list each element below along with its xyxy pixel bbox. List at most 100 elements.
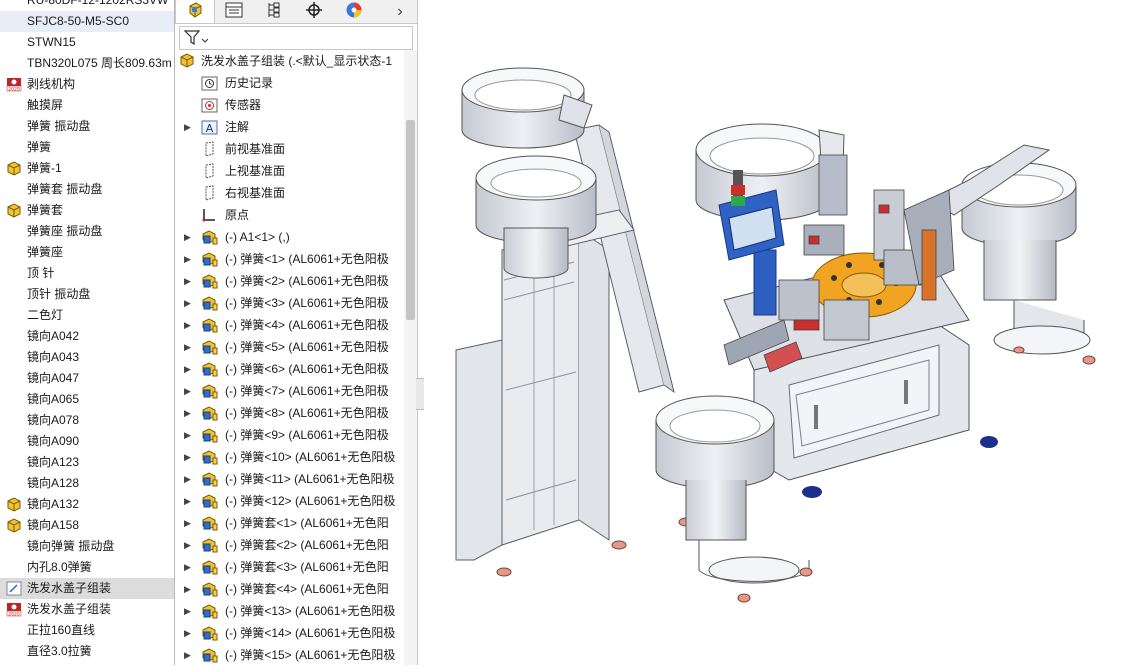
expand-arrow-icon[interactable]: ▶ [184, 248, 191, 270]
expand-arrow-icon[interactable]: ▶ [184, 424, 191, 446]
feature-tree-item[interactable]: 上视基准面 [175, 160, 403, 182]
file-list-item[interactable]: 弹簧座 [0, 242, 174, 263]
feature-tree-item[interactable]: ▶ A 注解 [175, 116, 403, 138]
feature-tree-item[interactable]: ▶ (-) 弹簧套<3> (AL6061+无色阳 [175, 556, 403, 578]
file-list-item[interactable]: 镜向A043 [0, 347, 174, 368]
file-list-item[interactable]: 洗发水盖子组装 [0, 578, 174, 599]
file-list-item[interactable]: 弹簧套 [0, 200, 174, 221]
file-list-item[interactable]: 镜向A123 [0, 452, 174, 473]
file-list-item[interactable]: RU-80DF-12-1202RS3VW [0, 0, 174, 11]
expand-arrow-icon[interactable]: ▶ [184, 578, 191, 600]
feature-tree-item[interactable]: ▶ (-) 弹簧<11> (AL6061+无色阳极 [175, 468, 403, 490]
expand-arrow-icon[interactable]: ▶ [184, 512, 191, 534]
file-list-item[interactable]: 直径3.0拉簧 [0, 641, 174, 662]
configuration-manager-tab[interactable] [255, 0, 293, 23]
feature-tree-item[interactable]: 原点 [175, 204, 403, 226]
file-list-item[interactable]: 弹簧 振动盘 [0, 116, 174, 137]
feature-tree-item[interactable]: 传感器 [175, 94, 403, 116]
file-list-item[interactable]: 2020 洗发水盖子组装 [0, 599, 174, 620]
file-list-item[interactable]: 镜向A042 [0, 326, 174, 347]
expand-arrow-icon[interactable]: ▶ [184, 490, 191, 512]
feature-tree-item[interactable]: ▶ (-) 弹簧<5> (AL6061+无色阳极 [175, 336, 403, 358]
file-list-item[interactable]: 弹簧座 振动盘 [0, 221, 174, 242]
feature-tree-item[interactable]: ▶ (-) 弹簧<2> (AL6061+无色阳极 [175, 270, 403, 292]
file-list-item[interactable]: 镜向A090 [0, 431, 174, 452]
feature-tree-item[interactable]: ▶ (-) 弹簧<1> (AL6061+无色阳极 [175, 248, 403, 270]
feature-tree-item[interactable]: 右视基准面 [175, 182, 403, 204]
display-manager-tab[interactable] [335, 0, 373, 23]
expand-arrow-icon[interactable]: ▶ [184, 622, 191, 644]
feature-tree-item[interactable]: ▶ (-) 弹簧<4> (AL6061+无色阳极 [175, 314, 403, 336]
display-manager-icon [345, 1, 363, 22]
file-list-item[interactable]: TBN320L075 周长809.63m [0, 53, 174, 74]
file-list-item[interactable]: 顶 针 [0, 263, 174, 284]
feature-tree-item[interactable]: ▶ (-) 弹簧<15> (AL6061+无色阳极 [175, 644, 403, 665]
assembly-2020-icon: 2020 [6, 602, 22, 618]
expand-arrow-icon[interactable]: ▶ [184, 358, 191, 380]
expand-arrow-icon[interactable]: ▶ [184, 336, 191, 358]
feature-tree-item[interactable]: ▶ (-) 弹簧<14> (AL6061+无色阳极 [175, 622, 403, 644]
file-list-item[interactable]: 镜向A128 [0, 473, 174, 494]
assembly-icon [6, 203, 22, 218]
file-list-item-label: 剥线机构 [27, 77, 76, 91]
file-list-item[interactable]: 镜向A132 [0, 494, 174, 515]
file-list-item[interactable]: 内孔8.0弹簧 [0, 557, 174, 578]
expand-arrow-icon[interactable]: ▶ [184, 116, 191, 138]
feature-tree-item[interactable]: ▶ (-) 弹簧套<4> (AL6061+无色阳 [175, 578, 403, 600]
file-list-item[interactable]: 正拉160直线 [0, 620, 174, 641]
feature-tree-item[interactable]: ▶ (-) 弹簧<6> (AL6061+无色阳极 [175, 358, 403, 380]
file-list-item[interactable]: 弹簧-1 [0, 158, 174, 179]
property-manager-tab[interactable] [215, 0, 253, 23]
file-list-item[interactable]: 镜向A047 [0, 368, 174, 389]
expand-arrow-icon[interactable]: ▶ [184, 270, 191, 292]
file-list-item[interactable]: 顶针 振动盘 [0, 284, 174, 305]
graphics-viewport[interactable] [424, 0, 1123, 665]
feature-tree-item[interactable]: ▶ (-) 弹簧套<1> (AL6061+无色阳 [175, 512, 403, 534]
file-list-item[interactable]: 弹簧 [0, 137, 174, 158]
expand-arrow-icon[interactable]: ▶ [184, 556, 191, 578]
file-list-item[interactable]: STWN15 [0, 32, 174, 53]
assembly-2020-icon: 2020 [6, 77, 22, 93]
subassembly-icon [201, 229, 218, 245]
expand-arrow-icon[interactable]: ▶ [184, 292, 191, 314]
feature-tree-root[interactable]: 洗发水盖子组装 (.<默认_显示状态-1 [175, 50, 403, 72]
expand-arrow-icon[interactable]: ▶ [184, 402, 191, 424]
dimxpert-tab[interactable] [295, 0, 333, 23]
expand-arrow-icon[interactable]: ▶ [184, 644, 191, 665]
subassembly-icon [201, 383, 218, 399]
more-tabs-button[interactable]: › [385, 0, 415, 23]
expand-arrow-icon[interactable]: ▶ [184, 314, 191, 336]
feature-tree-item[interactable]: ▶ (-) A1<1> (,) [175, 226, 403, 248]
feature-tree-item[interactable]: ▶ (-) 弹簧<10> (AL6061+无色阳极 [175, 446, 403, 468]
feature-tree-item[interactable]: ▶ (-) 弹簧<12> (AL6061+无色阳极 [175, 490, 403, 512]
feature-filter[interactable] [179, 26, 413, 50]
subassembly-icon [201, 273, 218, 289]
sensor-icon [201, 97, 218, 113]
file-list-item[interactable]: SFJC8-50-M5-SC0 [0, 11, 174, 32]
scrollbar-thumb[interactable] [406, 120, 415, 320]
feature-tree-item[interactable]: ▶ (-) 弹簧<3> (AL6061+无色阳极 [175, 292, 403, 314]
feature-tree-item[interactable]: ▶ (-) 弹簧套<2> (AL6061+无色阳 [175, 534, 403, 556]
file-list-item[interactable]: 2020 剥线机构 [0, 74, 174, 95]
file-list-item[interactable]: 镜向A065 [0, 389, 174, 410]
expand-arrow-icon[interactable]: ▶ [184, 534, 191, 556]
file-list-item[interactable]: 二色灯 [0, 305, 174, 326]
file-list-item[interactable]: 弹簧套 振动盘 [0, 179, 174, 200]
expand-arrow-icon[interactable]: ▶ [184, 468, 191, 490]
expand-arrow-icon[interactable]: ▶ [184, 446, 191, 468]
expand-arrow-icon[interactable]: ▶ [184, 600, 191, 622]
feature-tree-scrollbar[interactable] [404, 50, 417, 665]
file-list-item[interactable]: 镜向A078 [0, 410, 174, 431]
expand-arrow-icon[interactable]: ▶ [184, 380, 191, 402]
feature-tree-item[interactable]: ▶ (-) 弹簧<9> (AL6061+无色阳极 [175, 424, 403, 446]
feature-tree-item[interactable]: 前视基准面 [175, 138, 403, 160]
file-list-item[interactable]: 触摸屏 [0, 95, 174, 116]
feature-tree-item[interactable]: ▶ (-) 弹簧<13> (AL6061+无色阳极 [175, 600, 403, 622]
expand-arrow-icon[interactable]: ▶ [184, 226, 191, 248]
file-list-item[interactable]: 镜向弹簧 振动盘 [0, 536, 174, 557]
feature-tree-item[interactable]: ▶ (-) 弹簧<8> (AL6061+无色阳极 [175, 402, 403, 424]
file-list-item[interactable]: 镜向A158 [0, 515, 174, 536]
feature-tree-item[interactable]: ▶ (-) 弹簧<7> (AL6061+无色阳极 [175, 380, 403, 402]
feature-tree-item[interactable]: 历史记录 [175, 72, 403, 94]
feature-tree-tab[interactable] [175, 0, 215, 23]
